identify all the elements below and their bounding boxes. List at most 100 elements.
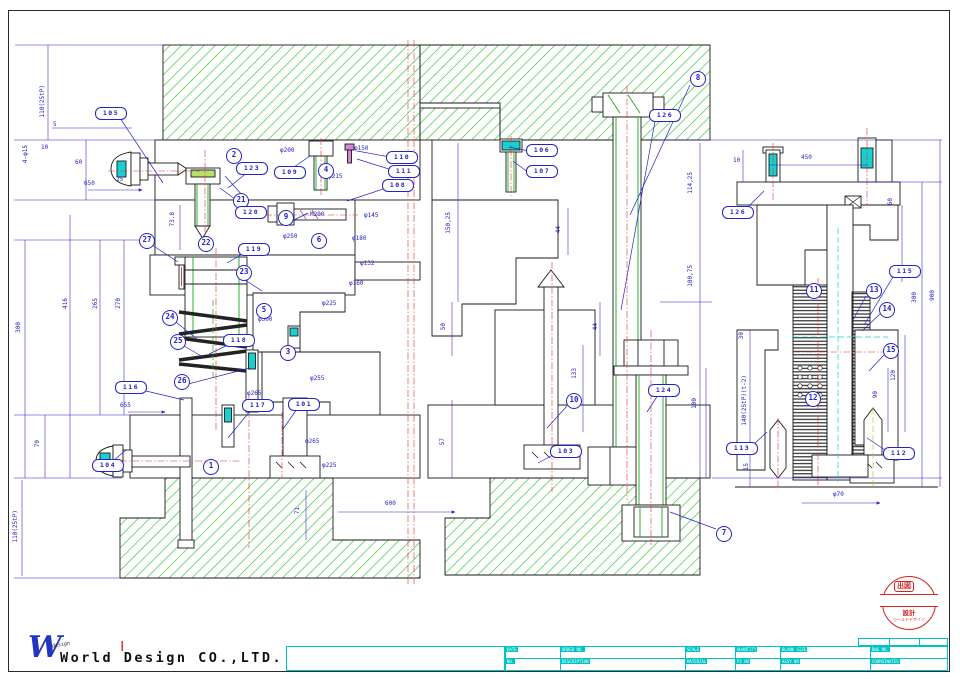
part-number-balloon: 120 xyxy=(235,206,267,219)
part-number-balloon: 113 xyxy=(726,442,758,455)
balloon-item: 13 xyxy=(866,283,882,299)
balloon-item: 8 xyxy=(690,71,706,87)
dim-label: 4-φ15 xyxy=(22,145,29,164)
dim-label: 300 xyxy=(15,322,22,333)
right-side-view xyxy=(735,137,938,488)
tb-label: ORDER NO. xyxy=(561,647,585,652)
part-number-balloon: 115 xyxy=(889,265,921,278)
dim-label: φ250 xyxy=(283,233,298,240)
register-tick xyxy=(122,641,123,651)
balloon-item: 7 xyxy=(716,526,732,542)
part-number-balloon: 105 xyxy=(95,107,127,120)
dim-label: 270 xyxy=(115,298,122,309)
tb-label: NO. xyxy=(506,659,516,664)
dim-label: 44 xyxy=(555,226,562,234)
company-name: World Design CO.,LTD. xyxy=(60,650,284,666)
title-block-left-cell xyxy=(286,646,505,671)
title-block-cell: DESCRIPTION 外形図 xyxy=(561,659,686,671)
dim-label: φ265 xyxy=(247,390,262,397)
dim-label: 114,25 xyxy=(687,172,694,194)
dim-label: 450 xyxy=(801,154,812,161)
dim-label: 10 xyxy=(41,144,49,151)
balloon-item: 22 xyxy=(198,236,214,252)
dim-label: 60 xyxy=(75,159,83,166)
dim-label: φ132 xyxy=(360,260,375,267)
part-number-balloon: 126 xyxy=(649,109,681,122)
dim-label: 100,75 xyxy=(687,265,694,287)
drawing-sheet: 1 2 3 4 5 6 7 8 9 10 11 12 13 14 15 21 2… xyxy=(0,0,960,679)
dim-label: φ200 xyxy=(280,147,295,154)
title-block-cell: BLANK SIZE xyxy=(781,647,871,659)
balloon-item: 14 xyxy=(879,302,895,318)
part-number-balloon: 111 xyxy=(388,165,420,178)
dim-label: 110(25tP) xyxy=(39,85,46,118)
dim-label: φ180 xyxy=(352,235,367,242)
dim-label: 265 xyxy=(92,298,99,309)
balloon-item: 10 xyxy=(566,393,582,409)
tb-label: BLANK SIZE xyxy=(781,647,808,652)
balloon-item: 27 xyxy=(139,233,155,249)
tb-label: QUANTITY xyxy=(736,647,758,652)
dim-label: 133 xyxy=(571,368,578,379)
part-number-balloon: 116 xyxy=(115,381,147,394)
balloon-item: 15 xyxy=(883,343,899,359)
part-number-balloon: 107 xyxy=(526,165,558,178)
dim-label: 120 xyxy=(890,370,897,381)
dim-label: 300 xyxy=(911,292,918,303)
dim-label: 100 xyxy=(691,398,698,409)
dim-label: 70 xyxy=(34,440,41,448)
part-number-balloon: 106 xyxy=(526,144,558,157)
part-number-balloon: 110 xyxy=(386,151,418,164)
tb-label: PJ NO xyxy=(736,659,751,664)
balloon-item: 25 xyxy=(170,334,186,350)
part-number-balloon: 104 xyxy=(92,459,124,472)
balloon-item: 5 xyxy=(256,303,272,319)
tb-label: MATERIAL xyxy=(686,659,708,664)
dim-label: φ225 xyxy=(322,462,337,469)
dim-label: 60 xyxy=(887,198,894,206)
dim-label: 15 xyxy=(743,463,750,471)
title-block-cell: DWG NO. xyxy=(871,647,948,659)
dim-label: 600 xyxy=(385,500,396,507)
stamp-arc-text: ワールドデザイン xyxy=(892,616,926,623)
title-block-cell: SCALE 1 : 3(W) xyxy=(686,647,736,659)
dim-label: φ225 xyxy=(322,300,337,307)
dim-label: 110(25tP) xyxy=(12,510,19,543)
dim-label: 71 xyxy=(294,507,301,515)
part-number-balloon: 103 xyxy=(550,445,582,458)
title-block-cell: COORDINATES xyxy=(871,659,948,671)
title-block-cell: DATE 9 9 7 xyxy=(506,647,561,659)
part-number-balloon: 108 xyxy=(382,179,414,192)
cad-drawing xyxy=(14,40,942,651)
dim-label: 50 xyxy=(440,323,447,331)
balloon-item: 1 xyxy=(203,459,219,475)
dim-label: φ145 xyxy=(364,212,379,219)
part-number-balloon: 119 xyxy=(238,243,270,256)
dim-label: φ70 xyxy=(833,491,844,498)
dim-label: 900 xyxy=(929,290,936,301)
title-block-mini-cells xyxy=(858,638,948,646)
title-block-cell: PJ NO xyxy=(736,659,781,671)
balloon-item: 23 xyxy=(236,265,252,281)
dim-label: φ160 xyxy=(349,280,364,287)
title-block: DATE 9 9 7 ORDER NO. SCALE 1 : 3(W) QUAN… xyxy=(505,646,948,671)
part-number-balloon: 109 xyxy=(274,166,306,179)
dim-label: M200 xyxy=(310,211,325,218)
dim-label: φ255 xyxy=(310,375,325,382)
tb-label: DWG NO. xyxy=(871,647,890,652)
dim-label: 57 xyxy=(439,438,446,446)
balloon-item: 11 xyxy=(806,283,822,299)
approval-stamp: 出図 設計 ワールドデザイン xyxy=(880,576,938,630)
balloon-item: 6 xyxy=(311,233,327,249)
stamp-issue-label: 出図 xyxy=(894,581,914,592)
dim-label: 90 xyxy=(872,391,879,399)
balloon-item: 3 xyxy=(280,345,296,361)
balloon-item: 4 xyxy=(318,163,334,179)
part-number-balloon: 123 xyxy=(236,162,268,175)
dim-label: 5 xyxy=(53,121,57,128)
dim-label: 44 xyxy=(592,323,599,331)
title-block-cell: QUANTITY xyxy=(736,647,781,659)
dim-label: 655 xyxy=(120,402,131,409)
dim-label: 10 xyxy=(733,157,741,164)
tb-label: DATE xyxy=(506,647,518,652)
